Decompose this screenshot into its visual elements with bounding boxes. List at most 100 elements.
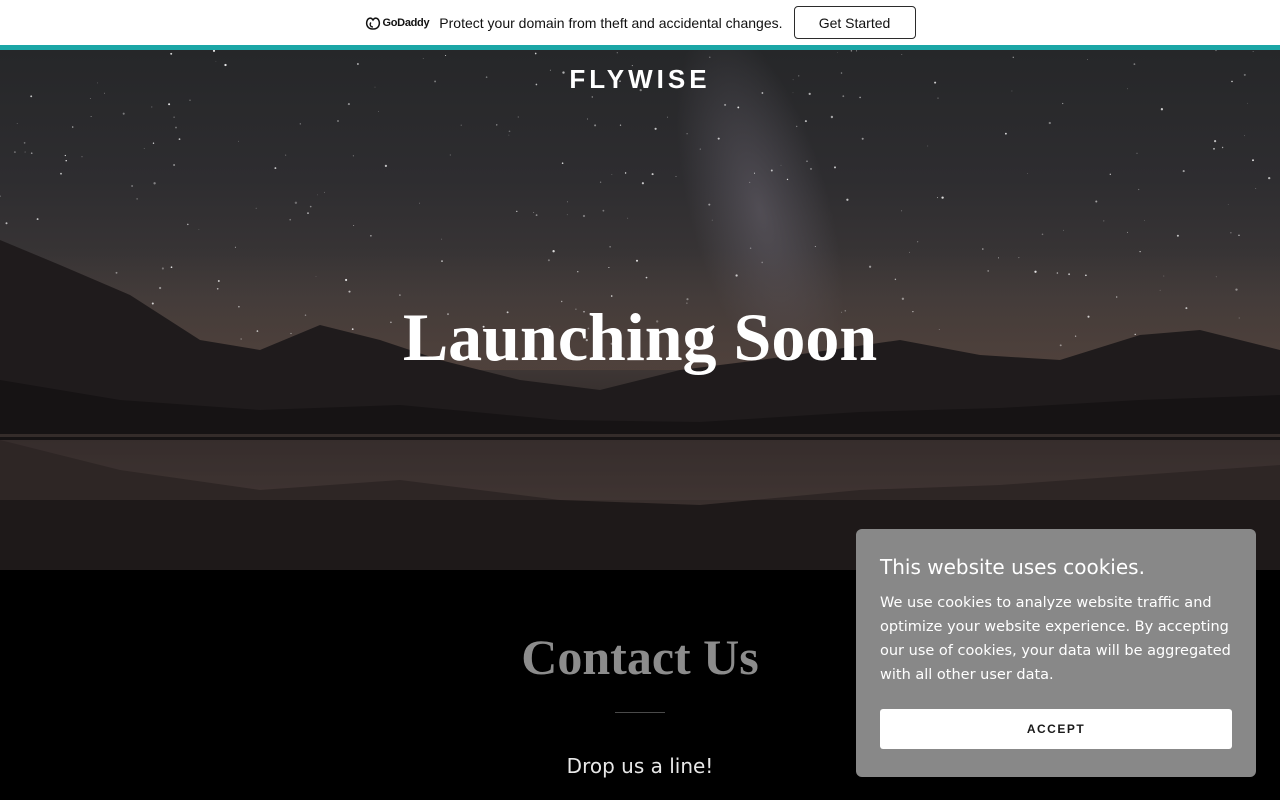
star (599, 181, 602, 183)
star (651, 173, 654, 176)
star (901, 53, 903, 55)
star (1027, 173, 1028, 174)
star (1268, 176, 1271, 180)
star (217, 280, 220, 282)
star (1252, 51, 1254, 52)
star (36, 218, 39, 221)
star (1159, 289, 1161, 291)
star (608, 266, 610, 269)
star (708, 203, 711, 206)
star (814, 246, 816, 247)
star (561, 162, 564, 164)
star (255, 207, 257, 209)
star (894, 278, 897, 281)
star (806, 160, 808, 162)
star (842, 95, 845, 98)
star (377, 111, 379, 112)
star (856, 50, 857, 52)
star (173, 163, 176, 167)
star (1085, 274, 1087, 277)
star (65, 159, 67, 162)
star (419, 202, 420, 204)
star (846, 198, 849, 201)
star (717, 137, 720, 140)
star (941, 196, 944, 199)
star (274, 167, 277, 170)
star (917, 241, 919, 243)
contact-divider (615, 712, 665, 713)
star (353, 225, 355, 227)
star (547, 259, 550, 262)
cookie-message: We use cookies to analyze website traffi… (880, 595, 1231, 683)
star (901, 210, 903, 212)
get-started-button[interactable]: Get Started (793, 6, 916, 39)
star (173, 116, 175, 118)
brand-logo[interactable]: FLYWISE (0, 64, 1280, 95)
star (535, 214, 538, 217)
star (724, 103, 727, 106)
star (850, 50, 853, 52)
star (1109, 173, 1111, 175)
star (1068, 273, 1071, 276)
star (198, 229, 200, 230)
star (654, 127, 657, 130)
star (441, 260, 443, 262)
promo-message: Protect your domain from theft and accid… (439, 14, 783, 31)
star (136, 198, 138, 200)
star (749, 181, 751, 183)
star (399, 294, 401, 296)
star (16, 123, 18, 125)
star (30, 152, 33, 155)
star (611, 174, 613, 175)
star (1139, 250, 1141, 253)
star (1056, 272, 1059, 274)
star (1136, 152, 1138, 154)
star (212, 50, 216, 52)
star (667, 116, 668, 118)
star (610, 295, 613, 297)
star (1221, 146, 1224, 149)
star (337, 120, 339, 122)
star (161, 267, 164, 270)
star (753, 172, 756, 174)
star (168, 103, 171, 106)
star (1182, 170, 1185, 173)
star (1048, 121, 1051, 125)
star (496, 124, 498, 126)
star (299, 123, 301, 125)
star (1095, 200, 1098, 203)
star (1235, 288, 1238, 291)
star (737, 106, 740, 109)
star (1144, 220, 1145, 221)
hero-title: Launching Soon (402, 299, 878, 375)
star (449, 154, 451, 156)
star (587, 118, 588, 120)
star (796, 125, 798, 128)
star (294, 201, 298, 204)
star (422, 57, 424, 59)
star (770, 169, 773, 172)
star (285, 154, 287, 156)
cookie-title: This website uses cookies. (880, 555, 1145, 579)
accept-cookies-button[interactable]: ACCEPT (880, 709, 1232, 749)
star (460, 124, 462, 126)
star (804, 120, 807, 123)
star (517, 116, 519, 118)
cookie-banner: This website uses cookies. We use cookie… (856, 529, 1256, 777)
star (861, 137, 864, 140)
star (324, 191, 325, 193)
star (1213, 147, 1215, 150)
star (675, 176, 677, 177)
star (317, 194, 318, 196)
star (616, 52, 618, 54)
star (645, 276, 648, 279)
star (982, 248, 984, 250)
star (1214, 140, 1217, 143)
star (143, 148, 145, 149)
star (699, 148, 701, 150)
star (384, 164, 388, 168)
star (347, 103, 350, 106)
star (749, 247, 752, 250)
star (582, 214, 586, 218)
star (309, 205, 312, 208)
